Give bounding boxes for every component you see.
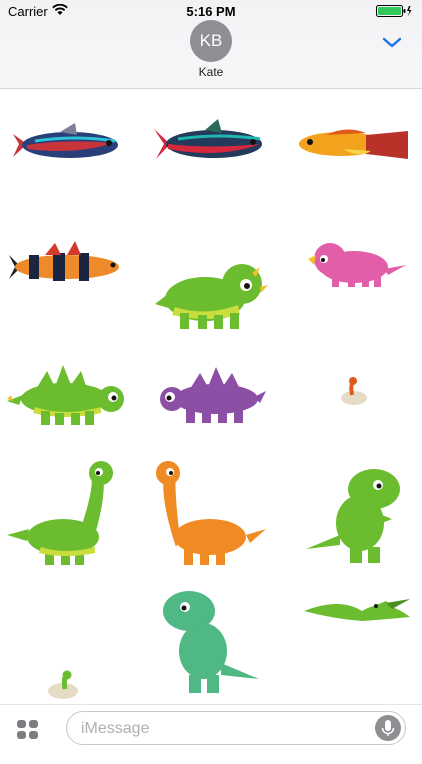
message-placeholder: iMessage [81,720,150,737]
green-trex-sticker[interactable] [300,459,420,569]
battery-icon [376,5,412,20]
green-stegosaurus-sticker[interactable] [5,351,125,461]
contact-name[interactable]: Kate [0,65,422,79]
message-input-bar: iMessage [0,704,422,751]
app-drawer-icon[interactable] [14,715,42,743]
message-input[interactable]: iMessage [66,711,406,745]
green-triceratops-sticker[interactable] [150,239,270,349]
microphone-icon[interactable] [375,715,401,741]
teal-trex-sticker[interactable] [155,589,275,699]
chevron-down-icon[interactable] [378,32,406,52]
orange-brachiosaurus-sticker[interactable] [150,459,270,569]
hatchling-egg-sticker[interactable] [296,351,416,461]
orange-molly-fish-sticker[interactable] [296,99,416,209]
cardinal-tetra-fish-sticker[interactable] [150,99,270,209]
pink-triceratops-sticker[interactable] [296,219,416,329]
status-bar: Carrier 5:16 PM [0,0,422,22]
purple-stegosaurus-sticker[interactable] [150,351,270,461]
green-brachiosaurus-sticker[interactable] [5,459,125,569]
neon-tetra-fish-sticker[interactable] [5,99,125,209]
conversation-header: Carrier 5:16 PM KB Kate [0,0,422,89]
green-pterodactyl-sticker[interactable] [300,589,420,699]
sticker-grid [0,89,422,704]
avatar[interactable]: KB [190,20,232,62]
status-time: 5:16 PM [186,4,236,19]
clown-loach-fish-sticker[interactable] [5,219,125,329]
